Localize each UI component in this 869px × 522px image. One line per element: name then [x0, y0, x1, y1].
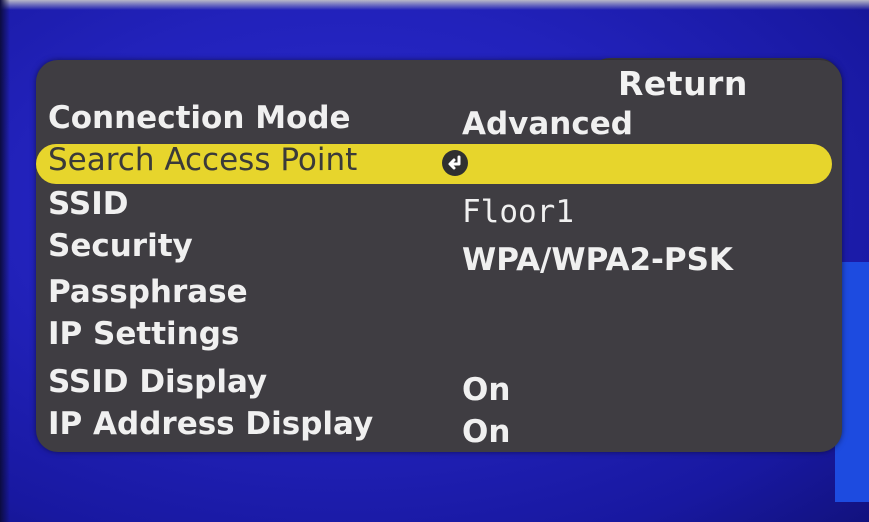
menu-row-ssid[interactable]: SSID Floor1	[36, 186, 842, 230]
menu-row-label: SSID	[48, 186, 129, 222]
projector-screen: Return Connection Mode Advanced Search A…	[0, 0, 869, 522]
menu-row-label: Passphrase	[48, 274, 248, 310]
menu-row-label: Security	[48, 228, 193, 264]
left-edge-shade	[0, 0, 10, 522]
menu-row-label: Search Access Point	[48, 142, 358, 178]
top-edge-shade	[0, 0, 869, 10]
menu-row-value: On	[462, 414, 511, 450]
menu-row-ip-settings[interactable]: IP Settings	[36, 316, 842, 358]
menu-row-passphrase[interactable]: Passphrase	[36, 274, 842, 316]
return-button[interactable]: Return	[618, 64, 748, 103]
menu-row-label: IP Settings	[48, 316, 240, 352]
menu-row-search-access-point[interactable]: Search Access Point	[36, 140, 842, 184]
menu-row-security[interactable]: Security WPA/WPA2-PSK	[36, 228, 842, 278]
menu-row-ssid-display[interactable]: SSID Display On	[36, 362, 842, 408]
menu-row-label: SSID Display	[48, 364, 268, 400]
menu-row-ip-address-display[interactable]: IP Address Display On	[36, 404, 842, 450]
menu-row-label: Connection Mode	[48, 100, 351, 136]
menu-row-connection-mode[interactable]: Connection Mode Advanced	[36, 100, 842, 142]
menu-row-label: IP Address Display	[48, 406, 374, 442]
menu-row-value: WPA/WPA2-PSK	[462, 242, 733, 278]
menu-row-value: Floor1	[462, 194, 574, 230]
enter-icon	[442, 150, 468, 176]
menu-row-value: Advanced	[462, 106, 633, 142]
menu-row-value: On	[462, 372, 511, 408]
